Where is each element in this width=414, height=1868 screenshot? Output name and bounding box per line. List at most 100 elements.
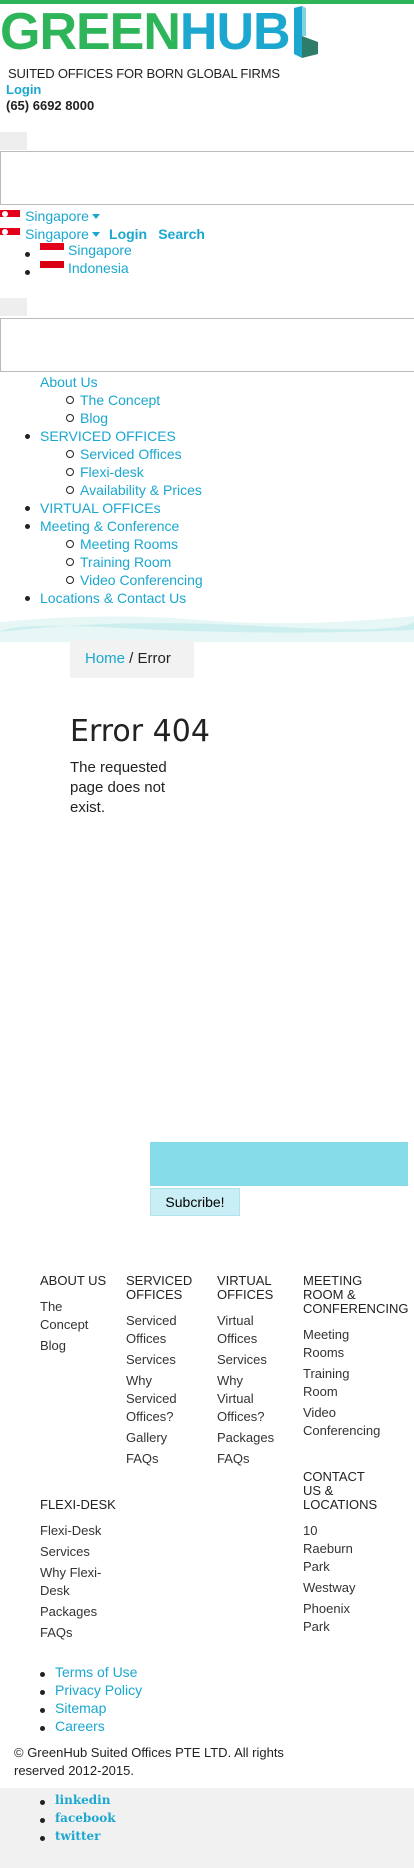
footer-link-virtual-services[interactable]: Services bbox=[217, 1351, 297, 1369]
footer-link-concept[interactable]: The Concept bbox=[40, 1298, 110, 1334]
search-box-secondary[interactable] bbox=[0, 318, 414, 372]
language-option-indonesia[interactable]: Indonesia bbox=[68, 260, 129, 276]
logo-mark-icon bbox=[292, 6, 318, 58]
footer-link-serviced-faqs[interactable]: FAQs bbox=[126, 1450, 206, 1468]
nav-availability[interactable]: Availability & Prices bbox=[80, 482, 202, 498]
twitter-link[interactable]: twitter bbox=[55, 1829, 100, 1843]
list-bullet bbox=[40, 1818, 45, 1823]
footer-link-westway[interactable]: Westway bbox=[303, 1579, 393, 1597]
login-link-secondary[interactable]: Login bbox=[109, 226, 147, 242]
footer-heading-serviced-2: OFFICES bbox=[126, 1287, 183, 1302]
list-circle bbox=[66, 540, 74, 548]
nav-about-us[interactable]: About Us bbox=[40, 374, 98, 390]
menu-toggle-button-secondary[interactable] bbox=[0, 298, 27, 316]
footer-link-blog[interactable]: Blog bbox=[40, 1337, 120, 1355]
footer-link-why-flexi[interactable]: Why Flexi-Desk bbox=[40, 1564, 110, 1600]
language-current-second[interactable]: Singapore bbox=[25, 226, 89, 242]
list-bullet bbox=[40, 1690, 45, 1695]
footer-heading-meeting-1: MEETING bbox=[303, 1273, 363, 1288]
facebook-link[interactable]: facebook bbox=[55, 1811, 116, 1825]
list-circle bbox=[66, 468, 74, 476]
language-current[interactable]: Singapore bbox=[25, 208, 89, 224]
footer-link-gallery[interactable]: Gallery bbox=[126, 1429, 206, 1447]
social-links: linkedin facebook twitter bbox=[0, 1788, 414, 1868]
footer-link-training-room[interactable]: Training Room bbox=[303, 1365, 363, 1401]
subscribe-button[interactable]: Subcribe! bbox=[150, 1188, 240, 1216]
sitemap-link[interactable]: Sitemap bbox=[55, 1700, 106, 1716]
footer-link-phoenix[interactable]: Phoenix Park bbox=[303, 1600, 363, 1636]
footer-heading-flexi: FLEXI-DESK bbox=[40, 1497, 116, 1512]
singapore-flag-icon bbox=[0, 209, 20, 224]
footer-link-meeting-rooms[interactable]: Meeting Rooms bbox=[303, 1326, 363, 1362]
footer-heading-contact-2: US & bbox=[303, 1483, 334, 1498]
nav-virtual-offices[interactable]: VIRTUAL OFFICEs bbox=[40, 500, 161, 516]
footer-link-video-conferencing[interactable]: Video Conferencing bbox=[303, 1404, 403, 1440]
footer-link-serviced-services[interactable]: Services bbox=[126, 1351, 206, 1369]
nav-training-room[interactable]: Training Room bbox=[80, 554, 171, 570]
nav-flexi-desk[interactable]: Flexi-desk bbox=[80, 464, 144, 480]
list-bullet bbox=[40, 1800, 45, 1805]
list-circle bbox=[66, 396, 74, 404]
decorative-wave bbox=[0, 616, 414, 642]
footer-link-why-serviced[interactable]: Why Serviced Offices? bbox=[126, 1372, 186, 1426]
copyright: © GreenHub Suited Offices PTE LTD. All r… bbox=[14, 1745, 284, 1778]
site-logo[interactable]: GREEN HUB bbox=[0, 6, 318, 60]
footer-link-flexi-packages[interactable]: Packages bbox=[40, 1603, 130, 1621]
list-bullet bbox=[40, 1726, 45, 1731]
footer-link-raeburn[interactable]: 10 Raeburn Park bbox=[303, 1522, 363, 1576]
privacy-link[interactable]: Privacy Policy bbox=[55, 1682, 142, 1698]
list-bullet bbox=[25, 252, 30, 257]
list-bullet bbox=[25, 524, 30, 529]
list-bullet bbox=[25, 506, 30, 511]
footer-heading-meeting-3: CONFERENCING bbox=[303, 1301, 409, 1316]
nav-the-concept[interactable]: The Concept bbox=[80, 392, 160, 408]
footer-link-flexi-desk[interactable]: Flexi-Desk bbox=[40, 1522, 130, 1540]
footer-heading-about: ABOUT US bbox=[40, 1273, 107, 1288]
footer-link-why-virtual[interactable]: Why Virtual Offices? bbox=[217, 1372, 273, 1426]
breadcrumb-separator: / bbox=[125, 650, 138, 667]
search-box[interactable] bbox=[0, 151, 414, 205]
nav-serviced-offices[interactable]: SERVICED OFFICES bbox=[40, 428, 176, 444]
breadcrumb-home-link[interactable]: Home bbox=[85, 650, 125, 667]
nav-blog[interactable]: Blog bbox=[80, 410, 108, 426]
list-bullet bbox=[40, 1708, 45, 1713]
nav-video-conferencing[interactable]: Video Conferencing bbox=[80, 572, 203, 588]
footer-link-virtual-faqs[interactable]: FAQs bbox=[217, 1450, 297, 1468]
list-circle bbox=[66, 414, 74, 422]
error-message: The requested page does not exist. bbox=[70, 759, 167, 816]
chevron-down-icon bbox=[91, 232, 100, 237]
tagline: SUITED OFFICES FOR BORN GLOBAL FIRMS bbox=[8, 66, 280, 81]
nav-meeting-rooms[interactable]: Meeting Rooms bbox=[80, 536, 178, 552]
nav-serviced-offices-sub[interactable]: Serviced Offices bbox=[80, 446, 182, 462]
language-bar: Singapore Login Search bbox=[0, 224, 205, 243]
search-link[interactable]: Search bbox=[158, 226, 205, 242]
subscribe-email-input[interactable] bbox=[150, 1142, 408, 1186]
footer-link-flexi-services[interactable]: Services bbox=[40, 1543, 130, 1561]
chevron-down-icon bbox=[91, 214, 100, 219]
menu-toggle-button[interactable] bbox=[0, 132, 27, 150]
language-selector[interactable]: Singapore bbox=[0, 206, 100, 225]
language-option-singapore[interactable]: Singapore bbox=[68, 242, 132, 258]
singapore-flag-icon bbox=[0, 227, 20, 242]
terms-link[interactable]: Terms of Use bbox=[55, 1664, 137, 1680]
footer-link-virtual-packages[interactable]: Packages bbox=[217, 1429, 297, 1447]
footer-col-serviced: SERVICED OFFICES Serviced Offices Servic… bbox=[126, 1274, 206, 1468]
footer-link-serviced-offices[interactable]: Serviced Offices bbox=[126, 1312, 186, 1348]
login-link[interactable]: Login bbox=[6, 82, 41, 97]
footer-heading-virtual-2: OFFICES bbox=[217, 1287, 274, 1302]
footer-link-flexi-faqs[interactable]: FAQs bbox=[40, 1624, 130, 1642]
nav-locations-contact[interactable]: Locations & Contact Us bbox=[40, 590, 186, 606]
footer-heading-meeting-2: ROOM & bbox=[303, 1287, 356, 1302]
footer-link-virtual-offices[interactable]: Virtual Offices bbox=[217, 1312, 267, 1348]
logo-text-blue: HUB bbox=[179, 3, 291, 61]
list-circle bbox=[66, 486, 74, 494]
linkedin-link[interactable]: linkedin bbox=[55, 1793, 110, 1807]
careers-link[interactable]: Careers bbox=[55, 1718, 105, 1734]
footer-col-contact: CONTACT US & LOCATIONS 10 Raeburn Park W… bbox=[303, 1470, 393, 1636]
footer-col-virtual: VIRTUAL OFFICES Virtual Offices Services… bbox=[217, 1274, 297, 1468]
nav-meeting-conference[interactable]: Meeting & Conference bbox=[40, 518, 179, 534]
list-bullet bbox=[40, 1672, 45, 1677]
footer-col-flexi: FLEXI-DESK Flexi-Desk Services Why Flexi… bbox=[40, 1498, 130, 1642]
phone-number: (65) 6692 8000 bbox=[6, 98, 95, 113]
list-circle bbox=[66, 558, 74, 566]
